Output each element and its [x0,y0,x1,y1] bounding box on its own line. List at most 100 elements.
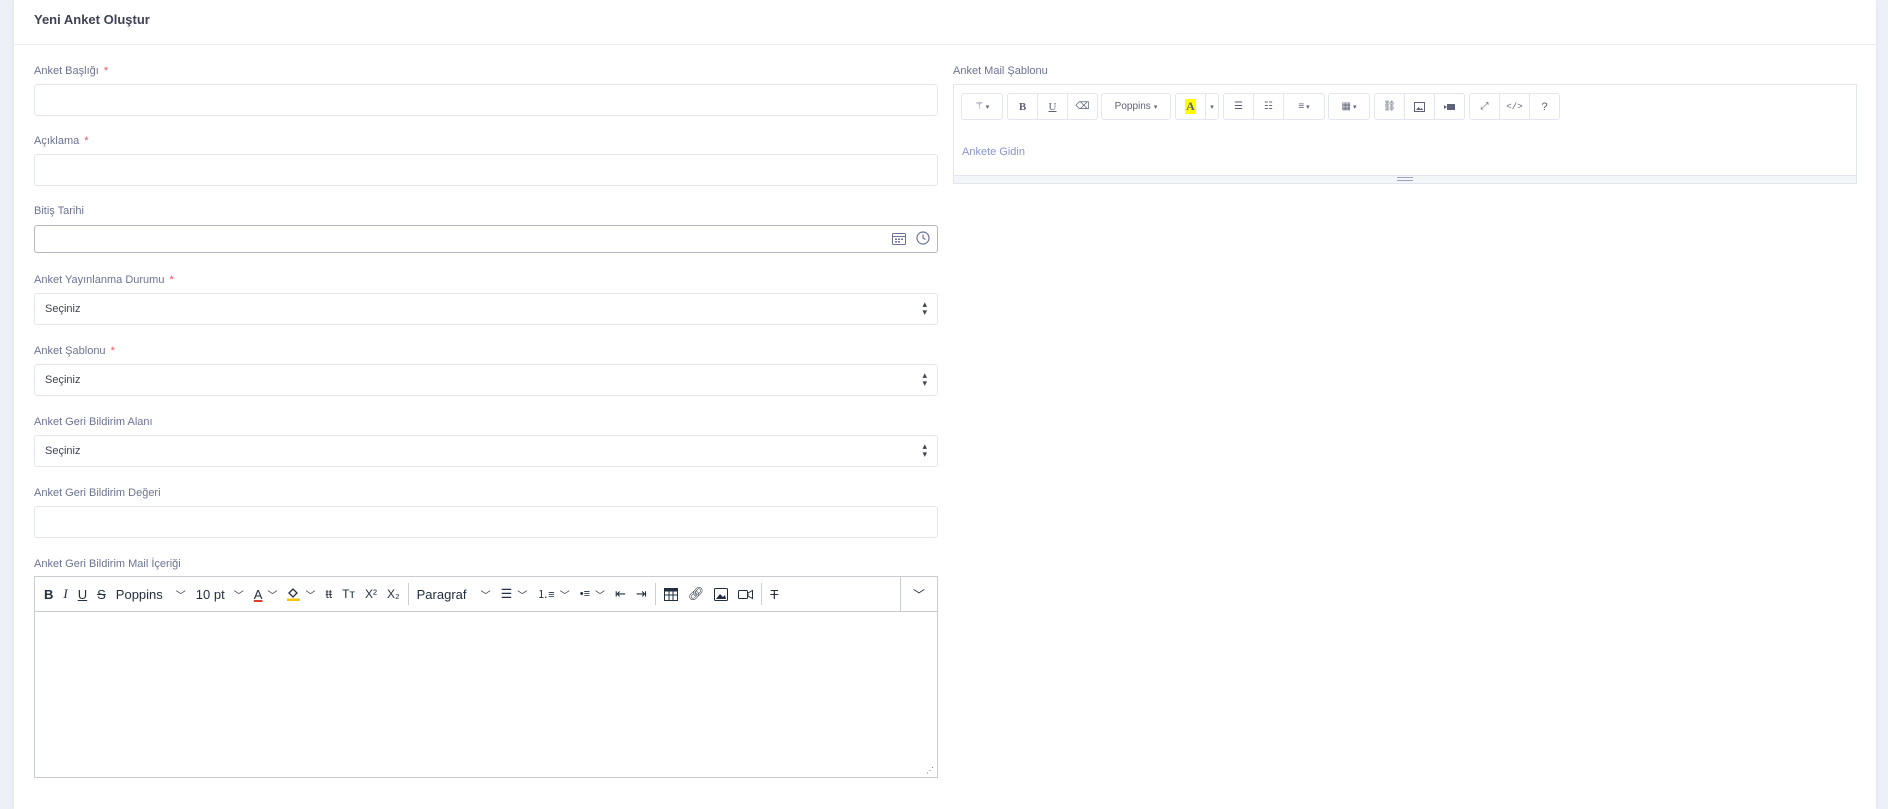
bullet-list-button[interactable]: •≡ ﹀ [575,581,610,607]
image-icon [714,587,729,601]
chevron-down-icon: ﹀ [233,590,244,602]
summernote-editor: ⚚ ▾ B U ⌫ Poppins ▾ A ▾ ☰ ☷ ≡ ▾ ▦ ▾ ⛓ ⤢ … [953,84,1857,184]
block-format-value: Paragraf [416,586,467,602]
link-icon: ⛓ [1383,101,1396,112]
publish-status-select[interactable]: Seçiniz ▴ ▾ [34,293,938,325]
codeview-button[interactable]: </> [1499,93,1530,120]
publish-status-label: Anket Yayınlanma Durumu * [34,274,174,286]
page-title: Yeni Anket Oluştur [34,12,150,27]
chevron-down-icon: ﹀ [559,590,570,602]
table-dropdown-button[interactable]: ▦ ▾ [1328,93,1370,120]
font-family-dropdown[interactable]: Poppins ﹀ [111,581,191,607]
feedback-mail-content-group: Anket Geri Bildirim Mail İçeriği B I U S… [34,557,938,778]
caret-down-icon: ▾ [1210,103,1214,111]
style-group: ⚚ ▾ [961,93,1003,120]
strikethrough-button[interactable]: S [92,581,111,607]
select-arrows-icon: ▴ ▾ [922,441,927,459]
align-button[interactable]: ☰ ﹀ [496,581,533,607]
required-marker: * [169,274,174,286]
text-color-button[interactable]: A ﹀ [249,581,283,607]
end-date-input[interactable] [34,225,938,253]
block-format-dropdown[interactable]: Paragraf ﹀ [412,581,496,607]
select-arrows-icon: ▴ ▾ [922,299,927,317]
numbered-list-icon: ☷ [1264,101,1273,112]
unordered-list-button[interactable]: ☰ [1223,93,1254,120]
table-icon: ▦ [1341,101,1351,112]
tinymce-content-area[interactable] [35,612,937,777]
superscript-button[interactable]: X² [360,581,382,607]
text-transform-button[interactable]: Tт [337,581,360,607]
image-icon [1414,101,1425,112]
view-group: ⤢ </> ? [1469,93,1560,120]
form-left-column: Anket Başlığı* Açıklama* Bitiş Tarihi [34,64,938,778]
table-button[interactable] [659,581,683,607]
text-color-button[interactable]: A [1175,93,1206,120]
end-date-group: Bitiş Tarihi [34,204,938,253]
date-icons [890,229,932,247]
mail-template-content-link[interactable]: Ankete Gidin [962,146,1025,158]
feedback-field-select[interactable]: Seçiniz ▴ ▾ [34,435,938,467]
survey-template-group: Anket Şablonu * Seçiniz ▴ ▾ [34,344,938,396]
chevron-down-icon: ﹀ [595,590,605,602]
required-marker: * [110,345,115,357]
media-button[interactable] [733,581,758,607]
resize-handle-icon[interactable]: ⋰ [926,767,934,775]
resize-grip-icon[interactable] [1397,177,1413,181]
outdent-button[interactable]: ⇤ [610,581,631,607]
selected-value: Seçiniz [45,374,81,386]
font-name-dropdown[interactable]: Poppins ▾ [1101,93,1171,120]
link-button[interactable]: ⛓ [1374,93,1405,120]
feedback-value-input[interactable] [34,506,938,538]
bold-button[interactable]: B [39,581,58,607]
toolbar-more-button[interactable]: ﹀ [900,577,937,611]
chevron-down-icon: ﹀ [480,590,491,602]
toolbar-separator [761,583,763,605]
style-dropdown-button[interactable]: ⚚ ▾ [961,93,1003,120]
ordered-list-button[interactable]: ☷ [1253,93,1284,120]
clear-formatting-button[interactable]: T [765,581,783,607]
bold-button[interactable]: B [1007,93,1038,120]
description-group: Açıklama * [34,134,938,186]
code-icon: </> [1506,101,1523,112]
italic-button[interactable]: I [58,581,72,607]
color-dropdown-button[interactable]: ▾ [1205,93,1219,120]
calendar-icon[interactable] [890,229,908,247]
link-icon: 🔗︎ [687,586,705,601]
help-button[interactable]: ? [1529,93,1560,120]
subscript-button[interactable]: X₂ [382,581,405,607]
underline-button[interactable]: U [1037,93,1068,120]
font-size-dropdown[interactable]: 10 pt ﹀ [191,581,249,607]
form-right-column: Anket Mail Şablonu ⚚ ▾ B U ⌫ Poppins ▾ A… [953,64,1857,184]
numbered-list-button[interactable]: ⒈≡ ﹀ [532,581,574,607]
video-icon [1443,103,1455,110]
clear-format-icon: T [770,586,779,602]
survey-template-select[interactable]: Seçiniz ▴ ▾ [34,364,938,396]
description-input[interactable] [34,154,938,186]
link-button[interactable]: 🔗︎ [683,581,710,607]
line-height-button[interactable]: ŧŧ [320,581,337,607]
picture-button[interactable] [1404,93,1435,120]
fullscreen-button[interactable]: ⤢ [1469,93,1500,120]
mail-template-group: Anket Mail Şablonu ⚚ ▾ B U ⌫ Poppins ▾ A… [953,64,1857,184]
outdent-icon: ⇤ [615,586,626,601]
chevron-down-icon: ﹀ [267,590,278,602]
required-marker: * [84,135,89,147]
font-family-value: Poppins [115,586,163,602]
video-button[interactable] [1434,93,1465,120]
highlight-color-button[interactable]: ﹀ [282,581,320,607]
insert-group: ⛓ [1374,93,1465,120]
required-marker: * [103,65,109,77]
description-label: Açıklama * [34,135,89,147]
table-group: ▦ ▾ [1328,93,1370,120]
paragraph-dropdown-button[interactable]: ≡ ▾ [1283,93,1325,120]
clock-icon[interactable] [914,229,932,247]
chevron-down-icon: ﹀ [517,590,528,602]
indent-button[interactable]: ⇥ [631,581,652,607]
end-date-label: Bitiş Tarihi [34,205,84,217]
underline-button[interactable]: U [73,581,92,607]
image-button[interactable] [709,581,733,607]
eraser-button[interactable]: ⌫ [1067,93,1098,120]
survey-title-input[interactable] [34,84,938,116]
magic-wand-icon: ⚚ [974,101,984,112]
toolbar-separator [407,583,409,605]
